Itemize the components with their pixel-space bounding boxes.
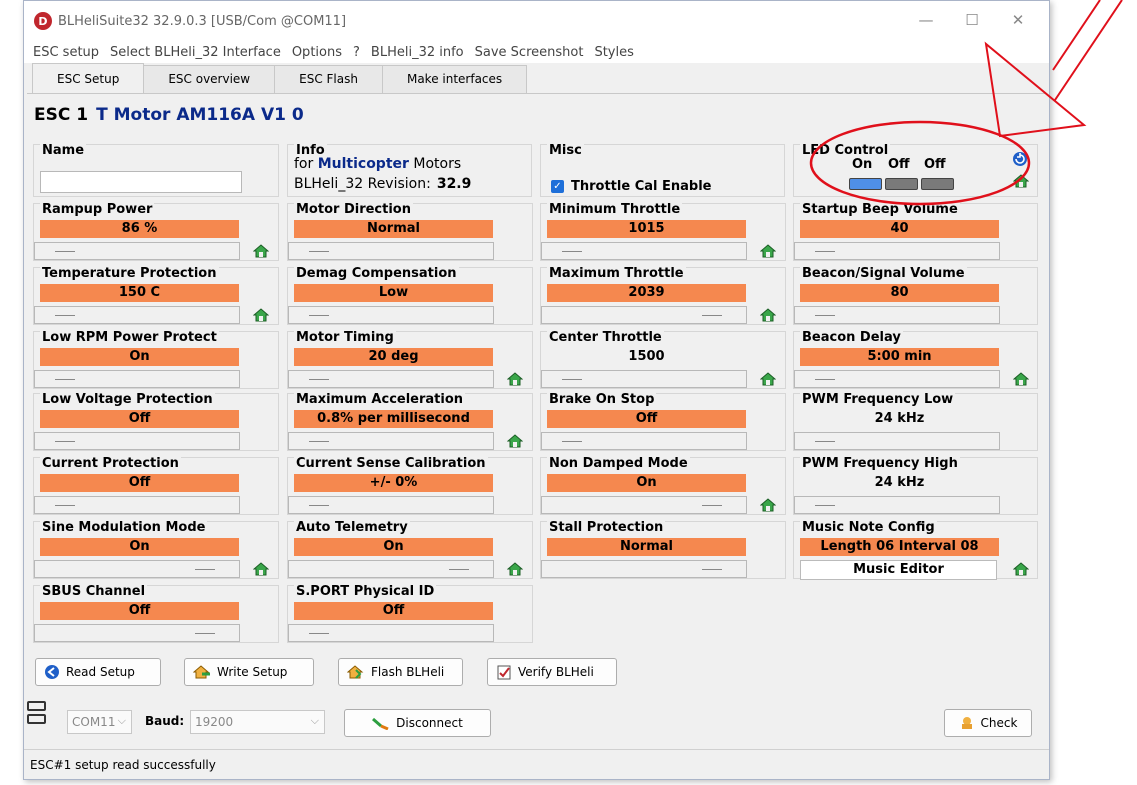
annotation-circle [809, 120, 1031, 206]
annotation-arrow [984, 0, 1123, 138]
annotation-overlay [809, 0, 1123, 206]
